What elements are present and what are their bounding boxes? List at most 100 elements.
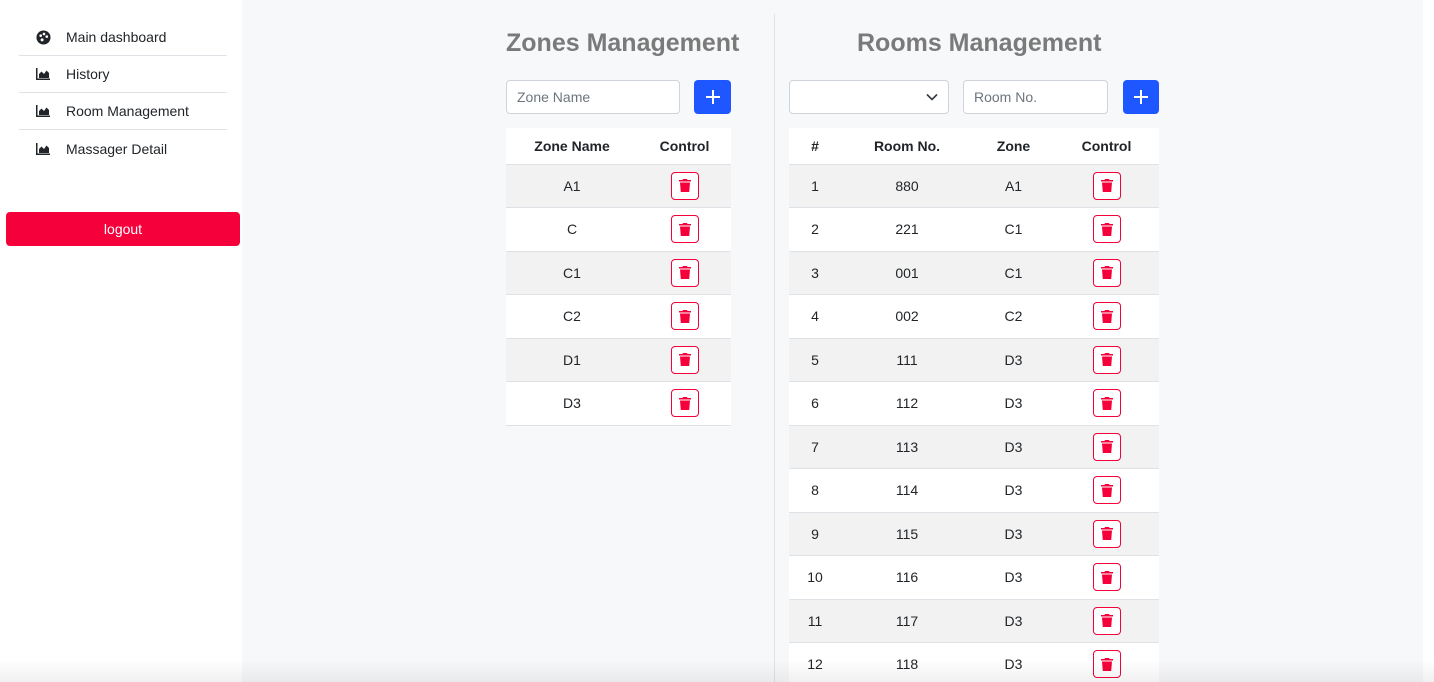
room-number-cell: 114 bbox=[841, 468, 973, 513]
sidebar-item-room-management[interactable]: Room Management bbox=[19, 93, 227, 130]
zone-delete-button[interactable] bbox=[670, 171, 699, 200]
table-row: 7 113 D3 bbox=[789, 425, 1159, 469]
table-row: 3 001 C1 bbox=[789, 251, 1159, 295]
room-delete-button[interactable] bbox=[1092, 215, 1121, 244]
room-delete-button[interactable] bbox=[1092, 171, 1121, 200]
trash-icon bbox=[678, 179, 691, 193]
table-row: C2 bbox=[506, 294, 731, 339]
zone-delete-button[interactable] bbox=[670, 389, 699, 418]
sidebar-item-history[interactable]: History bbox=[19, 56, 227, 93]
room-number-cell: 115 bbox=[841, 512, 973, 556]
room-number-cell: 117 bbox=[841, 599, 973, 643]
room-delete-button[interactable] bbox=[1092, 519, 1121, 548]
trash-icon bbox=[1100, 396, 1113, 410]
zone-cell: D3 bbox=[973, 642, 1054, 682]
room-delete-button[interactable] bbox=[1092, 563, 1121, 592]
area-chart-icon bbox=[35, 66, 51, 82]
index-cell: 2 bbox=[789, 207, 841, 252]
zone-name-cell: C1 bbox=[506, 251, 638, 295]
zone-cell: C2 bbox=[973, 294, 1054, 339]
table-row: 6 112 D3 bbox=[789, 381, 1159, 426]
control-cell bbox=[638, 251, 731, 295]
room-number-cell: 116 bbox=[841, 555, 973, 600]
trash-icon bbox=[1100, 266, 1113, 280]
room-number-input[interactable] bbox=[963, 80, 1108, 114]
room-delete-button[interactable] bbox=[1092, 345, 1121, 374]
index-cell: 11 bbox=[789, 599, 841, 643]
trash-icon bbox=[678, 309, 691, 323]
zone-delete-button[interactable] bbox=[670, 215, 699, 244]
index-cell: 9 bbox=[789, 512, 841, 556]
rooms-title: Rooms Management bbox=[857, 29, 1102, 57]
plus-icon bbox=[1134, 90, 1148, 104]
control-cell bbox=[1054, 338, 1159, 382]
control-cell bbox=[1054, 555, 1159, 600]
sidebar-item-massager-detail[interactable]: Massager Detail bbox=[19, 130, 227, 167]
plus-icon bbox=[705, 90, 720, 104]
trash-icon bbox=[1100, 309, 1113, 323]
room-delete-button[interactable] bbox=[1092, 476, 1121, 505]
sidebar-item-label: History bbox=[66, 66, 110, 82]
zone-cell: C1 bbox=[973, 207, 1054, 252]
zone-select[interactable] bbox=[789, 80, 949, 114]
zones-table: Zone Name Control A1 C C1 C2 D1 D3 bbox=[506, 128, 731, 426]
zone-delete-button[interactable] bbox=[670, 302, 699, 331]
room-number-cell: 112 bbox=[841, 381, 973, 426]
trash-icon bbox=[1100, 483, 1113, 497]
room-number-cell: 001 bbox=[841, 251, 973, 295]
table-row: D1 bbox=[506, 338, 731, 382]
column-header-room-no: Room No. bbox=[841, 128, 973, 165]
add-room-button[interactable] bbox=[1123, 80, 1159, 114]
zone-cell: D3 bbox=[973, 381, 1054, 426]
zone-cell: D3 bbox=[973, 425, 1054, 469]
sidebar-item-main-dashboard[interactable]: Main dashboard bbox=[19, 19, 227, 56]
zone-cell: C1 bbox=[973, 251, 1054, 295]
zone-name-input[interactable] bbox=[506, 80, 680, 114]
palette-icon bbox=[35, 29, 51, 45]
room-delete-button[interactable] bbox=[1092, 606, 1121, 635]
room-delete-button[interactable] bbox=[1092, 389, 1121, 418]
trash-icon bbox=[1100, 570, 1113, 584]
index-cell: 7 bbox=[789, 425, 841, 469]
zone-delete-button[interactable] bbox=[670, 258, 699, 287]
zone-name-cell: C bbox=[506, 207, 638, 252]
zone-name-cell: D1 bbox=[506, 338, 638, 382]
room-number-cell: 002 bbox=[841, 294, 973, 339]
zone-cell: D3 bbox=[973, 555, 1054, 600]
room-delete-button[interactable] bbox=[1092, 432, 1121, 461]
room-delete-button[interactable] bbox=[1092, 650, 1121, 679]
room-number-cell: 113 bbox=[841, 425, 973, 469]
zone-delete-button[interactable] bbox=[670, 345, 699, 374]
index-cell: 3 bbox=[789, 251, 841, 295]
room-delete-button[interactable] bbox=[1092, 302, 1121, 331]
area-chart-icon bbox=[35, 103, 51, 119]
sidebar-item-label: Main dashboard bbox=[66, 29, 167, 45]
zone-cell: A1 bbox=[973, 164, 1054, 208]
room-number-cell: 221 bbox=[841, 207, 973, 252]
column-header-control: Control bbox=[638, 128, 731, 165]
table-row: 12 118 D3 bbox=[789, 642, 1159, 682]
column-header-control: Control bbox=[1054, 128, 1159, 165]
room-delete-button[interactable] bbox=[1092, 258, 1121, 287]
zone-cell: D3 bbox=[973, 599, 1054, 643]
index-cell: 5 bbox=[789, 338, 841, 382]
index-cell: 6 bbox=[789, 381, 841, 426]
control-cell bbox=[1054, 512, 1159, 556]
logout-button[interactable]: logout bbox=[6, 212, 240, 246]
table-row: 4 002 C2 bbox=[789, 294, 1159, 339]
zone-name-cell: D3 bbox=[506, 381, 638, 426]
control-cell bbox=[638, 338, 731, 382]
control-cell bbox=[638, 164, 731, 208]
table-row: 10 116 D3 bbox=[789, 555, 1159, 600]
trash-icon bbox=[1100, 222, 1113, 236]
zone-name-cell: A1 bbox=[506, 164, 638, 208]
control-cell bbox=[1054, 599, 1159, 643]
add-zone-button[interactable] bbox=[694, 80, 731, 114]
control-cell bbox=[638, 381, 731, 426]
sidebar-item-label: Room Management bbox=[66, 103, 189, 119]
area-chart-icon bbox=[35, 141, 51, 157]
column-header-zone: Zone bbox=[973, 128, 1054, 165]
trash-icon bbox=[678, 222, 691, 236]
table-row: C bbox=[506, 207, 731, 252]
rooms-table: # Room No. Zone Control 1 880 A1 2 221 C1 3 001… bbox=[789, 128, 1159, 682]
